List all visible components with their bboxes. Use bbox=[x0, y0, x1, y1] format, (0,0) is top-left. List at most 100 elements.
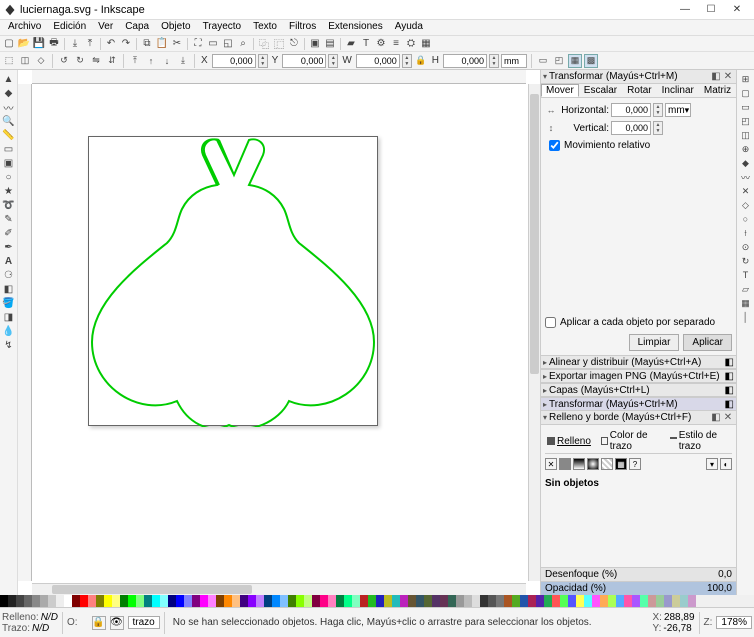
calligraphy-tool-icon[interactable]: ✒ bbox=[2, 240, 16, 254]
unit-select[interactable]: mm bbox=[501, 54, 527, 68]
palette-color[interactable] bbox=[168, 595, 176, 607]
ellipse-tool-icon[interactable]: ○ bbox=[2, 170, 16, 184]
palette-color[interactable] bbox=[240, 595, 248, 607]
xml-dialog-icon[interactable]: ⚙ bbox=[374, 37, 388, 51]
clone-icon[interactable]: ⿸ bbox=[272, 37, 286, 51]
palette-color[interactable] bbox=[120, 595, 128, 607]
apply-each-checkbox[interactable] bbox=[545, 317, 556, 328]
snap-obj-center-icon[interactable]: ⊙ bbox=[739, 240, 753, 254]
import-icon[interactable]: ⤓ bbox=[68, 37, 82, 51]
menu-texto[interactable]: Texto bbox=[247, 20, 283, 35]
spiral-tool-icon[interactable]: ➰ bbox=[2, 198, 16, 212]
linear-swatch[interactable] bbox=[573, 458, 585, 470]
export-icon[interactable]: ⤒ bbox=[83, 37, 97, 51]
palette-color[interactable] bbox=[232, 595, 240, 607]
palette-color[interactable] bbox=[72, 595, 80, 607]
selector-tool-icon[interactable]: ▲ bbox=[2, 72, 16, 86]
palette-color[interactable] bbox=[608, 595, 616, 607]
stroke-paint-tab[interactable]: Color de trazo bbox=[599, 429, 662, 453]
palette-color[interactable] bbox=[176, 595, 184, 607]
duplicate-icon[interactable]: ⿻ bbox=[257, 37, 271, 51]
palette-color[interactable] bbox=[256, 595, 264, 607]
palette-color[interactable] bbox=[584, 595, 592, 607]
palette-color[interactable] bbox=[136, 595, 144, 607]
flip-v-icon[interactable]: ⇵ bbox=[105, 54, 119, 68]
palette-color[interactable] bbox=[336, 595, 344, 607]
affect-pattern-icon[interactable]: ▩ bbox=[584, 54, 598, 68]
vertical-spinner[interactable]: ▲▼ bbox=[653, 121, 663, 135]
select-layer-icon[interactable]: ◫ bbox=[18, 54, 32, 68]
zoom-drawing-icon[interactable]: ◱ bbox=[221, 37, 235, 51]
panel-detach-icon[interactable]: ◧ bbox=[710, 71, 722, 82]
palette-color[interactable] bbox=[432, 595, 440, 607]
snap-rotation-icon[interactable]: ↻ bbox=[739, 254, 753, 268]
palette-color[interactable] bbox=[632, 595, 640, 607]
node-tool-icon[interactable]: ◆ bbox=[2, 86, 16, 100]
palette-color[interactable] bbox=[368, 595, 376, 607]
palette-color[interactable] bbox=[688, 595, 696, 607]
pencil-tool-icon[interactable]: ✎ bbox=[2, 212, 16, 226]
palette-color[interactable] bbox=[344, 595, 352, 607]
redo-icon[interactable]: ↷ bbox=[119, 37, 133, 51]
menu-extensiones[interactable]: Extensiones bbox=[322, 20, 388, 35]
palette-color[interactable] bbox=[568, 595, 576, 607]
palette-color[interactable] bbox=[152, 595, 160, 607]
fillrule2-icon[interactable]: ◐ bbox=[720, 458, 732, 470]
affect-stroke-icon[interactable]: ▭ bbox=[536, 54, 550, 68]
palette-color[interactable] bbox=[32, 595, 40, 607]
visible-layer-icon[interactable]: 👁 bbox=[110, 616, 124, 630]
snap-grid-icon[interactable]: ▦ bbox=[739, 296, 753, 310]
tab-matriz[interactable]: Matriz bbox=[699, 84, 736, 97]
prefs-dialog-icon[interactable]: ⛭ bbox=[404, 37, 418, 51]
palette-color[interactable] bbox=[264, 595, 272, 607]
raise-top-icon[interactable]: ⤒ bbox=[128, 54, 142, 68]
snap-path-icon[interactable]: 〰 bbox=[739, 170, 753, 184]
blur-row[interactable]: Desenfoque (%) 0,0 bbox=[541, 567, 736, 581]
tab-escalar[interactable]: Escalar bbox=[579, 84, 622, 97]
palette-color[interactable] bbox=[544, 595, 552, 607]
fill-dialog-icon[interactable]: ▰ bbox=[344, 37, 358, 51]
x-input[interactable]: 0,000 bbox=[212, 54, 256, 68]
snap-cusp-icon[interactable]: ◇ bbox=[739, 198, 753, 212]
palette-color[interactable] bbox=[376, 595, 384, 607]
fill-tool-icon[interactable]: 🪣 bbox=[2, 296, 16, 310]
palette-color[interactable] bbox=[24, 595, 32, 607]
palette-color[interactable] bbox=[488, 595, 496, 607]
chevron-down-icon[interactable]: ▾ bbox=[543, 413, 547, 422]
palette-color[interactable] bbox=[400, 595, 408, 607]
chevron-down-icon[interactable]: ▾ bbox=[543, 72, 547, 81]
palette-color[interactable] bbox=[360, 595, 368, 607]
snap-node-icon[interactable]: ◆ bbox=[739, 156, 753, 170]
ungroup-icon[interactable]: ▤ bbox=[323, 37, 337, 51]
palette-color[interactable] bbox=[456, 595, 464, 607]
palette-color[interactable] bbox=[552, 595, 560, 607]
canvas[interactable] bbox=[32, 84, 526, 581]
snap-text-icon[interactable]: T bbox=[739, 268, 753, 282]
palette-color[interactable] bbox=[528, 595, 536, 607]
doc-props-icon[interactable]: ▦ bbox=[419, 37, 433, 51]
palette-color[interactable] bbox=[296, 595, 304, 607]
palette-color[interactable] bbox=[280, 595, 288, 607]
snap-line-mid-icon[interactable]: ⟊ bbox=[739, 226, 753, 240]
palette-color[interactable] bbox=[96, 595, 104, 607]
opacity-row[interactable]: Opacidad (%) 100,0 bbox=[541, 581, 736, 595]
open-file-icon[interactable]: 📂 bbox=[17, 37, 31, 51]
palette-color[interactable] bbox=[56, 595, 64, 607]
panel-close-icon[interactable]: ✕ bbox=[722, 71, 734, 82]
palette-color[interactable] bbox=[48, 595, 56, 607]
tab-rotar[interactable]: Rotar bbox=[622, 84, 656, 97]
palette-color[interactable] bbox=[272, 595, 280, 607]
palette-color[interactable] bbox=[440, 595, 448, 607]
h-input[interactable]: 0,000 bbox=[443, 54, 487, 68]
w-input[interactable]: 0,000 bbox=[356, 54, 400, 68]
3dbox-tool-icon[interactable]: ▣ bbox=[2, 156, 16, 170]
y-input[interactable]: 0,000 bbox=[282, 54, 326, 68]
horizontal-input[interactable]: 0,000 bbox=[611, 103, 651, 117]
x-spinner[interactable]: ▲▼ bbox=[258, 54, 268, 68]
palette-color[interactable] bbox=[320, 595, 328, 607]
zoom-page-icon[interactable]: ▭ bbox=[206, 37, 220, 51]
palette-color[interactable] bbox=[384, 595, 392, 607]
palette-color[interactable] bbox=[328, 595, 336, 607]
snap-smooth-icon[interactable]: ○ bbox=[739, 212, 753, 226]
palette-color[interactable] bbox=[648, 595, 656, 607]
